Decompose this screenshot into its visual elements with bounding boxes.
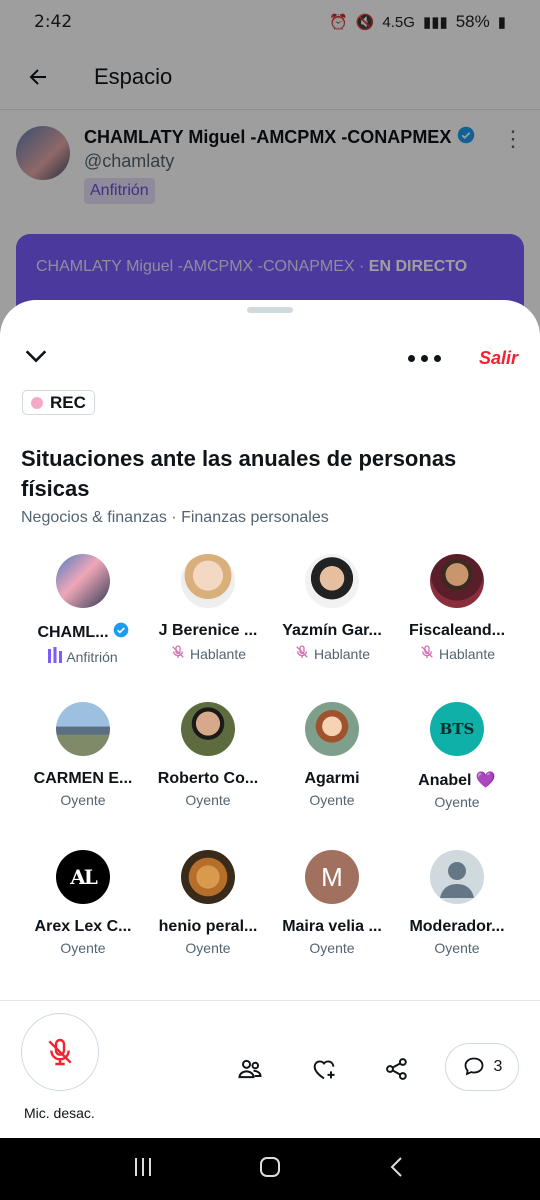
chevron-down-icon[interactable] (22, 342, 50, 375)
participant-role: Oyente (309, 940, 355, 956)
participant-name: Moderador... (409, 918, 505, 935)
participant-name: Roberto Co... (157, 770, 259, 787)
sheet-footer: Mic. desac. 3 (0, 1000, 540, 1138)
space-title: Situaciones ante las anuales de personas… (21, 446, 457, 501)
mic-muted-icon (294, 644, 310, 663)
recent-apps-icon[interactable] (132, 1156, 154, 1183)
participant-10[interactable]: henio peral... Oyente (146, 850, 270, 956)
participant-6[interactable]: Roberto Co... Oyente (146, 702, 270, 808)
participant-role: Hablante (438, 645, 496, 662)
host-bars-icon (48, 647, 63, 666)
participant-avatar[interactable] (305, 702, 359, 756)
participant-4[interactable]: Fiscaleand... Hablante (395, 554, 519, 663)
mic-toggle-button[interactable] (21, 1013, 99, 1091)
sheet-drag-handle[interactable] (247, 307, 293, 313)
people-icon[interactable] (232, 1051, 268, 1087)
verified-badge-icon (113, 622, 129, 643)
participant-role: Oyente (434, 940, 480, 956)
participant-name: CARMEN E... (33, 770, 133, 787)
participant-avatar[interactable] (181, 554, 235, 608)
participant-avatar[interactable]: AL (56, 850, 110, 904)
participant-8[interactable]: BTS Anabel 💜 Oyente (395, 702, 519, 810)
participant-avatar[interactable] (56, 554, 110, 608)
participant-avatar[interactable]: BTS (430, 702, 484, 756)
participant-name: Fiscaleand... (408, 622, 506, 639)
space-sheet: Salir REC Situaciones ante las anuales d… (0, 300, 540, 1138)
leave-button[interactable]: Salir (479, 348, 518, 369)
more-options-icon[interactable] (407, 354, 441, 362)
sheet-header: Salir (22, 340, 518, 376)
participant-3[interactable]: Yazmín Gar... Hablante (270, 554, 394, 663)
heart-plus-icon[interactable] (306, 1051, 342, 1087)
participant-role: Oyente (434, 794, 480, 810)
space-topics: Negocios & finanzas · Finanzas personale… (21, 509, 329, 526)
participant-7[interactable]: Agarmi Oyente (270, 702, 394, 808)
participant-role: Oyente (185, 940, 231, 956)
participant-avatar[interactable] (430, 850, 484, 904)
participant-avatar[interactable] (181, 702, 235, 756)
participant-name: Agarmi (304, 770, 360, 787)
participant-11[interactable]: M Maira velia ... Oyente (270, 850, 394, 956)
participant-avatar[interactable]: M (305, 850, 359, 904)
participant-name: CHAML... (37, 623, 109, 641)
participant-1[interactable]: CHAML... Anfitrión (21, 554, 145, 666)
mic-muted-icon (419, 644, 435, 663)
participant-avatar[interactable] (56, 702, 110, 756)
participant-name: henio peral... (158, 918, 258, 935)
rec-dot-icon (31, 396, 43, 409)
mic-muted-icon (170, 644, 186, 663)
rec-label: REC (50, 392, 86, 412)
participant-name: Maira velia ... (282, 918, 382, 935)
back-icon[interactable] (386, 1156, 408, 1183)
android-nav-bar (0, 1138, 540, 1200)
rec-badge: REC (22, 390, 95, 415)
participant-role: Oyente (185, 792, 231, 808)
participant-2[interactable]: J Berenice ... Hablante (146, 554, 270, 663)
participant-role: Hablante (189, 645, 247, 662)
participant-12[interactable]: Moderador... Oyente (395, 850, 519, 956)
participant-avatar[interactable] (430, 554, 484, 608)
participant-name: Arex Lex C... (34, 918, 132, 935)
participant-role: Oyente (309, 792, 355, 808)
participant-name: J Berenice ... (158, 622, 258, 639)
comments-button[interactable]: 3 (445, 1043, 519, 1091)
participant-name: Yazmín Gar... (282, 622, 382, 639)
mic-label: Mic. desac. (24, 1105, 95, 1121)
participant-name: Anabel 💜 (418, 772, 496, 789)
mic-off-icon (48, 1038, 72, 1066)
share-icon[interactable] (379, 1051, 415, 1087)
participant-role: Anfitrión (66, 648, 118, 665)
home-icon[interactable] (258, 1155, 282, 1184)
comment-count: 3 (493, 1058, 503, 1075)
participant-avatar[interactable] (305, 554, 359, 608)
participant-role: Oyente (60, 792, 106, 808)
participant-avatar[interactable] (181, 850, 235, 904)
participant-role: Oyente (60, 940, 106, 956)
participant-role: Hablante (313, 645, 371, 662)
comment-icon (464, 1057, 483, 1076)
participant-5[interactable]: CARMEN E... Oyente (21, 702, 145, 808)
participant-9[interactable]: AL Arex Lex C... Oyente (21, 850, 145, 956)
